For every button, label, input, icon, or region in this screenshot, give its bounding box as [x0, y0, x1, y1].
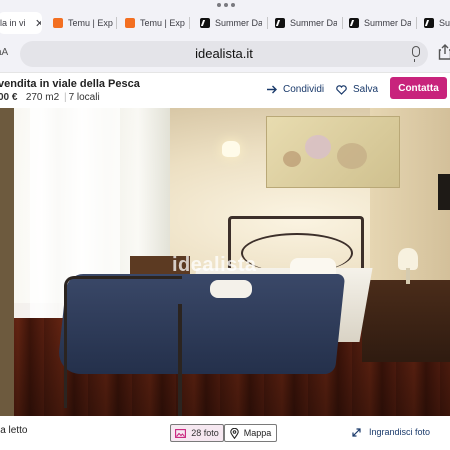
listing-area: 270 m2 — [25, 92, 60, 103]
temu-icon — [53, 18, 63, 28]
tab-title: Summer Day — [364, 18, 411, 28]
photo-wall-lamp — [222, 141, 240, 157]
share-icon[interactable] — [438, 44, 450, 60]
summer-icon — [424, 18, 434, 28]
painting-flower — [337, 143, 367, 169]
photo-nightstand-right — [362, 280, 450, 362]
summer-icon — [349, 18, 359, 28]
listing-title: vendita in viale della Pesca — [0, 78, 140, 90]
summer-icon — [200, 18, 210, 28]
map-pin-icon — [229, 427, 239, 439]
tab-title: Temu | Explo — [140, 18, 185, 28]
tab-close-icon[interactable]: ✕ — [29, 12, 41, 34]
reader-text-icon[interactable]: aA — [0, 47, 8, 58]
photo-table-lamp — [398, 248, 418, 270]
map-button[interactable]: Mappa — [224, 424, 277, 442]
photo-watermark: idealista — [172, 254, 257, 276]
painting-flower — [305, 135, 331, 159]
painting-flower — [283, 151, 301, 167]
enlarge-photo-button[interactable]: Ingrandisci foto — [352, 427, 430, 437]
photos-count-label: 28 foto — [191, 428, 219, 438]
microphone-icon[interactable] — [412, 46, 420, 62]
address-url[interactable]: idealista.it — [20, 41, 428, 67]
listing-rooms: 7 locali — [68, 92, 100, 103]
map-label: Mappa — [243, 428, 272, 438]
expand-icon — [352, 427, 361, 437]
listing-photo[interactable]: idealista — [0, 108, 450, 416]
tab-title: lla in vi — [0, 18, 26, 28]
photo-towel — [210, 280, 252, 298]
listing-price: 00 € — [0, 92, 18, 103]
summer-icon — [275, 18, 285, 28]
image-icon — [175, 428, 187, 438]
tab-title: Summe — [439, 18, 450, 28]
temu-icon — [125, 18, 135, 28]
tab-separator — [342, 17, 343, 29]
tab-separator — [189, 17, 190, 29]
listing-details: 00 € 270 m2 | 7 locali — [0, 92, 100, 103]
tab-separator — [116, 17, 117, 29]
save-button[interactable]: Salva — [336, 84, 378, 95]
photo-door-edge — [0, 108, 14, 416]
separator: | — [63, 92, 67, 103]
share-button[interactable]: Condividi — [266, 84, 324, 95]
photo-tv — [438, 174, 450, 210]
tab-title: Temu | Explo — [68, 18, 113, 28]
share-arrow-icon — [267, 85, 277, 94]
photos-button[interactable]: 28 foto — [170, 424, 224, 442]
photo-table-lamp-base — [406, 268, 410, 284]
tab-title: Summer Day — [215, 18, 262, 28]
share-label: Condividi — [283, 84, 325, 95]
tab-summer-1[interactable]: Summer Day — [200, 12, 262, 34]
photo-painting — [266, 116, 400, 188]
photo-footboard-leg — [178, 304, 182, 416]
tab-temu-2[interactable]: Temu | Explo — [125, 12, 185, 34]
tab-separator — [416, 17, 417, 29]
heart-icon — [336, 84, 347, 95]
more-tabs-dots-icon[interactable] — [217, 2, 235, 8]
enlarge-label: Ingrandisci foto — [369, 427, 431, 437]
contact-button[interactable]: Contatta — [390, 77, 447, 99]
photo-footboard — [64, 276, 182, 408]
photo-caption: la letto — [0, 425, 28, 436]
tab-title: Summer Day — [290, 18, 337, 28]
tab-temu-1[interactable]: Temu | Explo — [53, 12, 113, 34]
save-label: Salva — [353, 84, 379, 95]
tab-summer-4[interactable]: Summe — [424, 12, 450, 34]
tab-summer-2[interactable]: Summer Day — [275, 12, 337, 34]
tab-summer-3[interactable]: Summer Day — [349, 12, 411, 34]
tab-separator — [267, 17, 268, 29]
